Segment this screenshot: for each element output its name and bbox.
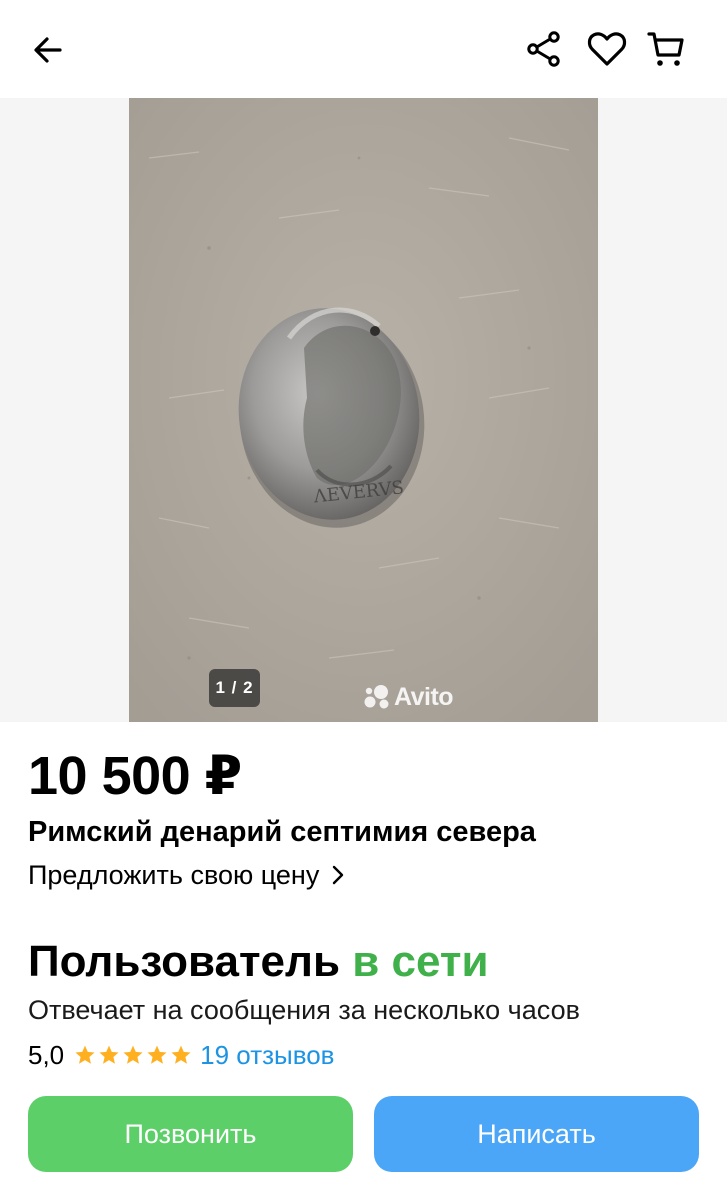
online-status: в сети [352,937,489,986]
star-icon [171,1045,191,1064]
avito-logo-icon [364,685,389,709]
star-icon [99,1045,119,1064]
reviews-link[interactable]: 19 отзывов [200,1040,334,1071]
message-button[interactable]: Написать [374,1096,699,1172]
coin-photo[interactable]: ΛEVERVS [129,98,598,722]
offer-price-label: Предложить свою цену [28,860,320,890]
share-button[interactable] [522,27,566,71]
rating-stars [74,1044,194,1066]
offer-price-link[interactable]: Предложить свою цену [28,856,345,894]
favorite-button[interactable] [585,27,629,71]
listing-title: Римский денарий септимия севера [28,816,536,848]
seller-name[interactable]: Пользователь [28,937,340,986]
reply-time: Отвечает на сообщения за несколько часов [28,995,580,1025]
top-bar [0,0,727,98]
avito-watermark: Avito [362,682,454,712]
cart-icon [647,32,684,66]
chevron-right-icon [331,864,345,886]
cart-button[interactable] [644,27,688,71]
heart-icon [587,32,627,66]
photo-counter: 1 / 2 [209,669,260,707]
call-button[interactable]: Позвонить [28,1096,353,1172]
back-button[interactable] [26,28,70,72]
star-icon [147,1045,167,1064]
share-icon [527,31,560,67]
watermark-text: Avito [394,682,454,711]
seller-rating: 5,0 19 отзывов [28,1037,335,1073]
seller-heading: Пользователь в сети [28,934,489,990]
star-icon [75,1045,95,1064]
photo-gallery[interactable]: ΛEVERVS 1 / 2 Avito [0,98,727,722]
listing-price: 10 500 ₽ [28,746,242,806]
arrow-left-icon [34,37,62,63]
rating-score: 5,0 [28,1039,65,1070]
star-icon [123,1045,143,1064]
